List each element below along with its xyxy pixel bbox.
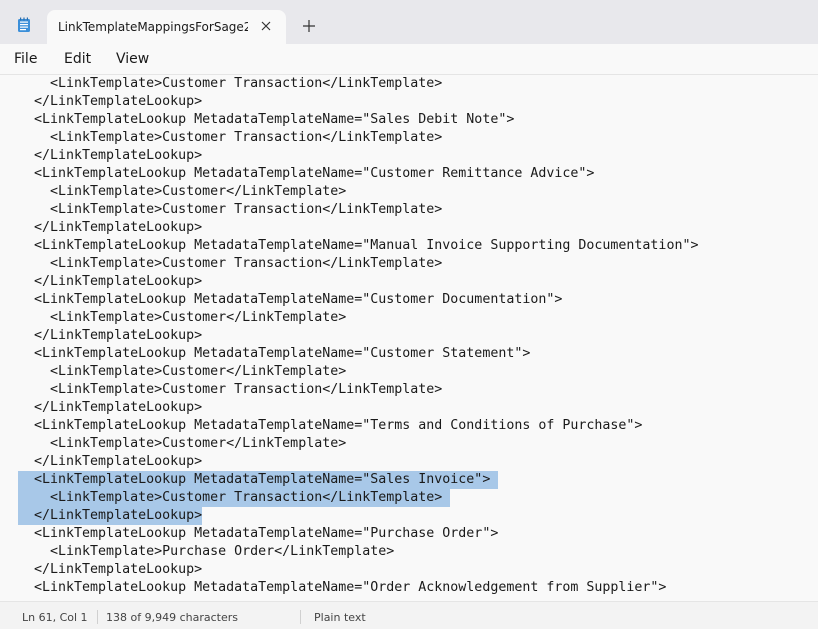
menu-file[interactable]: File <box>14 51 37 67</box>
menu-bar: File Edit View <box>0 44 818 75</box>
editor-line: </LinkTemplateLookup> <box>18 148 203 163</box>
editor-line: <LinkTemplate>Customer</LinkTemplate> <box>18 184 347 199</box>
editor-line: <LinkTemplateLookup MetadataTemplateName… <box>18 238 699 253</box>
encoding-label[interactable]: Plain text <box>314 611 366 624</box>
editor-line: <LinkTemplate>Customer Transaction</Link… <box>18 130 443 145</box>
menu-edit[interactable]: Edit <box>64 51 91 67</box>
editor-line: </LinkTemplateLookup> <box>18 508 203 523</box>
editor-line: <LinkTemplate>Customer Transaction</Link… <box>18 202 443 217</box>
editor-line: <LinkTemplate>Customer Transaction</Link… <box>18 76 443 91</box>
editor-line: </LinkTemplateLookup> <box>18 274 203 289</box>
status-divider <box>300 610 301 624</box>
notepad-app-icon <box>18 17 30 32</box>
editor-line: <LinkTemplateLookup MetadataTemplateName… <box>18 292 563 307</box>
status-bar: Ln 61, Col 1 138 of 9,949 characters Pla… <box>0 601 818 629</box>
plus-icon[interactable] <box>302 19 316 33</box>
editor-line: <LinkTemplate>Customer</LinkTemplate> <box>18 436 347 451</box>
close-icon[interactable] <box>259 19 273 33</box>
title-bar: LinkTemplateMappingsForSage200 <box>0 0 818 44</box>
editor-line: <LinkTemplateLookup MetadataTemplateName… <box>18 166 595 181</box>
menu-view[interactable]: View <box>116 51 149 67</box>
editor-line: <LinkTemplateLookup MetadataTemplateName… <box>18 526 499 541</box>
editor-line: <LinkTemplateLookup MetadataTemplateName… <box>18 418 643 433</box>
editor-line: <LinkTemplateLookup MetadataTemplateName… <box>18 472 491 487</box>
editor-line: </LinkTemplateLookup> <box>18 220 203 235</box>
editor-line: <LinkTemplate>Customer Transaction</Link… <box>18 256 443 271</box>
editor-line: <LinkTemplate>Customer</LinkTemplate> <box>18 310 347 325</box>
editor-line: </LinkTemplateLookup> <box>18 562 203 577</box>
status-divider <box>97 610 98 624</box>
editor-line: <LinkTemplate>Customer</LinkTemplate> <box>18 364 347 379</box>
editor-line: </LinkTemplateLookup> <box>18 94 203 109</box>
editor-line: <LinkTemplateLookup MetadataTemplateName… <box>18 112 515 127</box>
selection-count: 138 of 9,949 characters <box>106 611 238 624</box>
editor-line: </LinkTemplateLookup> <box>18 454 203 469</box>
cursor-position: Ln 61, Col 1 <box>22 611 88 624</box>
editor-line: <LinkTemplateLookup MetadataTemplateName… <box>18 580 667 595</box>
notepad-window: LinkTemplateMappingsForSage200 File Edit… <box>0 0 818 629</box>
editor-line: <LinkTemplate>Purchase Order</LinkTempla… <box>18 544 395 559</box>
editor-line: <LinkTemplate>Customer Transaction</Link… <box>18 490 443 505</box>
editor-line: <LinkTemplateLookup MetadataTemplateName… <box>18 346 531 361</box>
editor-line: <LinkTemplate>Customer Transaction</Link… <box>18 382 443 397</box>
editor-line: </LinkTemplateLookup> <box>18 328 203 343</box>
editor-line: </LinkTemplateLookup> <box>18 400 203 415</box>
text-editor[interactable]: <LinkTemplate>Customer Transaction</Link… <box>0 75 818 601</box>
document-tab[interactable]: LinkTemplateMappingsForSage200 <box>47 10 286 44</box>
tab-title: LinkTemplateMappingsForSage200 <box>58 20 248 34</box>
